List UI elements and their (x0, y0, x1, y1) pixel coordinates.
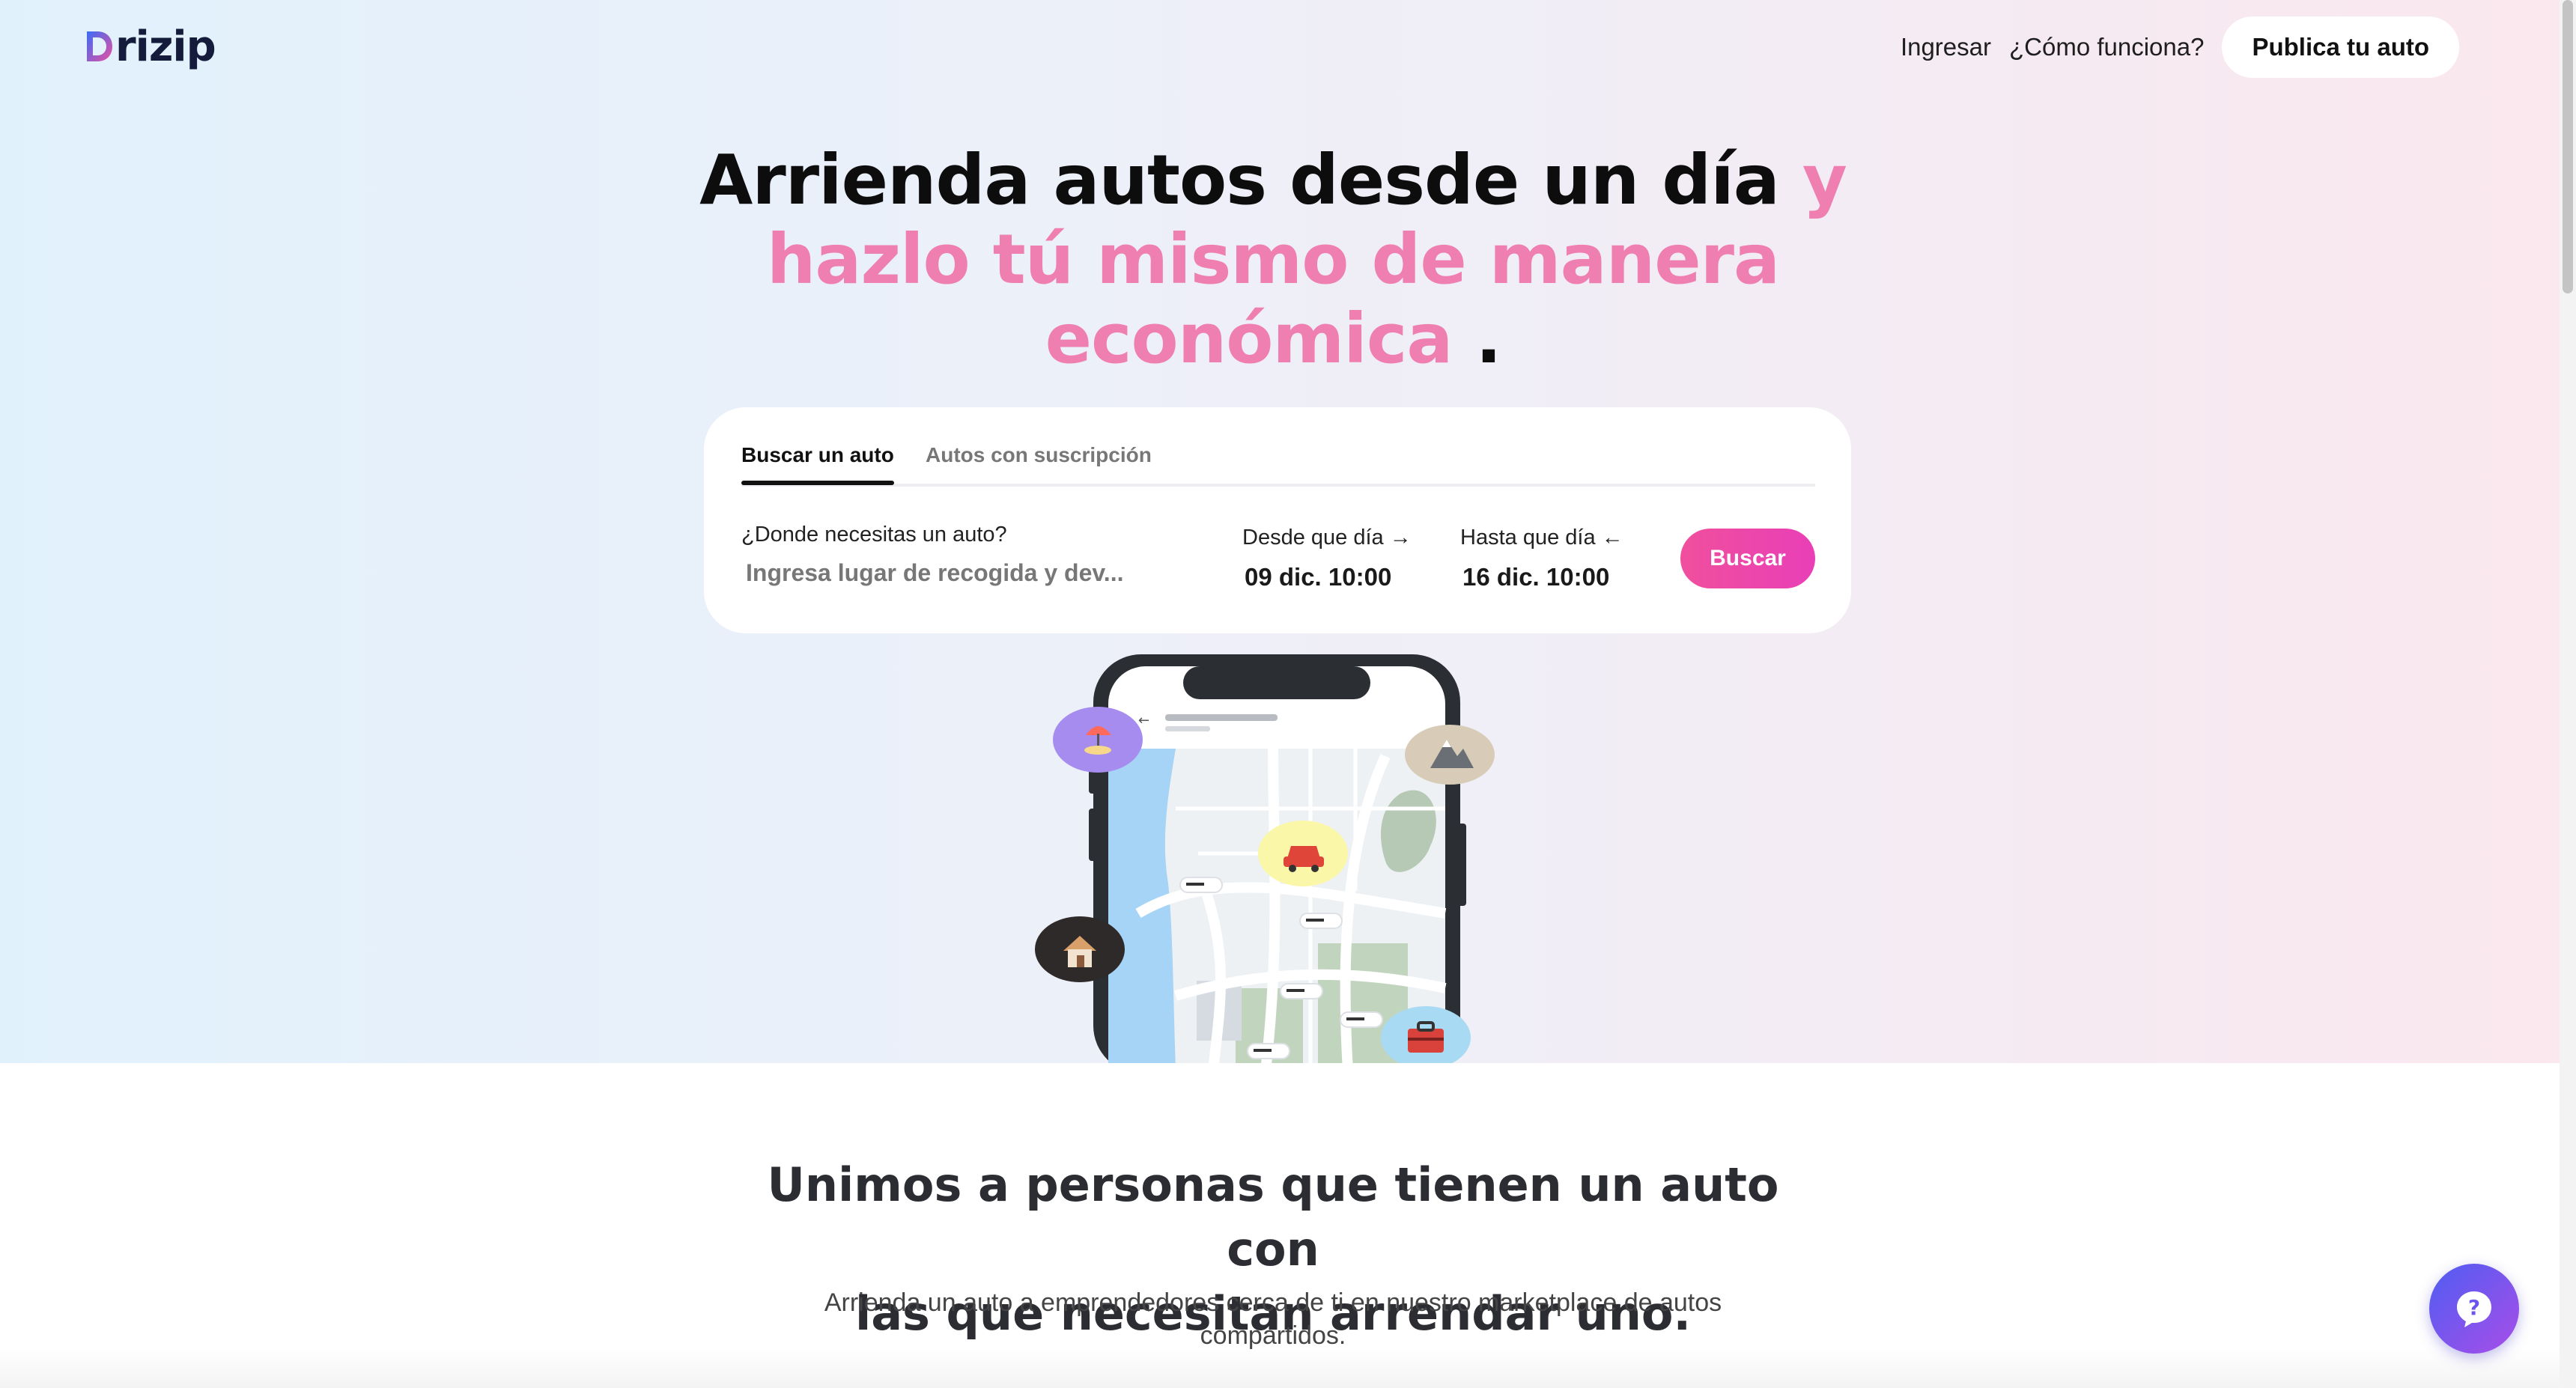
phone-map-illustration: ← (1035, 654, 1495, 1063)
drizip-logo[interactable]: rizip (84, 19, 216, 73)
hero-title-dark: Arrienda autos desde un día (699, 140, 1780, 220)
top-nav: Ingresar ¿Cómo funciona? Publica tu auto (1901, 15, 2459, 79)
svg-text:←: ← (1138, 713, 1149, 728)
hero-title-dot: . (1475, 299, 1501, 379)
how-it-works-link[interactable]: ¿Cómo funciona? (2009, 33, 2204, 61)
drizip-logo-icon (87, 31, 112, 61)
help-button[interactable]: ? (2429, 1264, 2519, 1354)
hero-title-pink-1: y (1802, 140, 1847, 220)
from-date-label: Desde que día → (1242, 526, 1412, 550)
from-date-value[interactable]: 09 dic. 10:00 (1245, 563, 1391, 591)
login-link[interactable]: Ingresar (1901, 33, 1991, 61)
brand-name: rizip (115, 22, 216, 71)
search-button[interactable]: Buscar (1680, 529, 1815, 588)
house-icon (1035, 916, 1125, 982)
section-subtitle: Arrienda un auto a emprendedores cerca d… (824, 1288, 1722, 1350)
beach-icon (1053, 707, 1143, 773)
section-shadow (0, 1348, 2560, 1388)
svg-text:?: ? (2468, 1295, 2480, 1320)
hero-title: Arrienda autos desde un día y hazlo tú m… (674, 141, 1872, 379)
pickup-location-input[interactable] (741, 554, 1170, 591)
where-label: ¿Donde necesitas un auto? (741, 523, 1007, 547)
section-title-line1: Unimos a personas que tienen un auto con (767, 1157, 1779, 1276)
mountain-icon (1405, 725, 1495, 785)
car-icon (1258, 821, 1348, 886)
publish-car-button[interactable]: Publica tu auto (2222, 16, 2459, 78)
hero-title-pink-3: económica (1045, 299, 1453, 379)
to-date-label: Hasta que día ← (1460, 526, 1623, 550)
phone-notch (1183, 666, 1370, 699)
tab-buscar-auto[interactable]: Buscar un auto (741, 443, 894, 485)
hero-title-pink-2: hazlo tú mismo de manera (766, 219, 1780, 299)
scrollbar-thumb[interactable] (2563, 0, 2573, 293)
search-card: Buscar un auto Autos con suscripción ¿Do… (704, 407, 1851, 633)
page-scrollbar[interactable] (2560, 0, 2576, 1388)
search-tabs: Buscar un auto Autos con suscripción (741, 443, 1815, 487)
tab-autos-suscripcion[interactable]: Autos con suscripción (926, 443, 1152, 481)
to-date-value[interactable]: 16 dic. 10:00 (1462, 563, 1609, 591)
question-icon: ? (2457, 1291, 2491, 1327)
